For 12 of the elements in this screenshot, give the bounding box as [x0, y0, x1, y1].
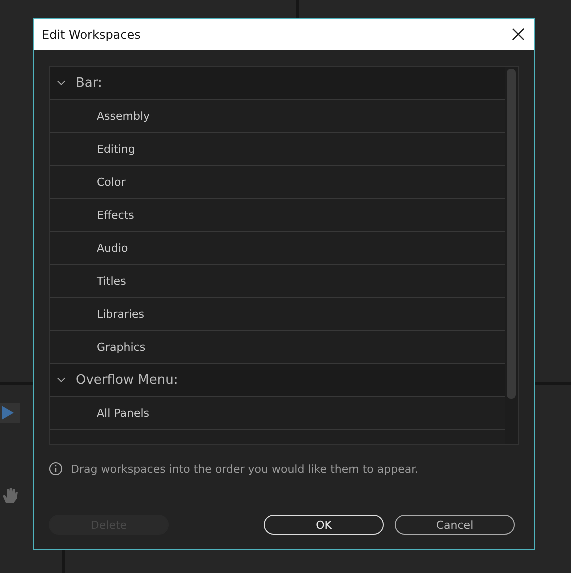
- dialog-button[interactable]: OK: [264, 515, 384, 535]
- info-icon: [49, 462, 63, 476]
- hint-text: Drag workspaces into the order you would like them to appear.: [71, 462, 419, 476]
- hand-icon[interactable]: [0, 485, 20, 505]
- window-title: Edit Workspaces: [42, 28, 141, 42]
- chevron-icon[interactable]: [57, 377, 66, 383]
- dialog-button[interactable]: Cancel: [395, 515, 515, 535]
- group-label: Bar:: [76, 76, 102, 90]
- close-icon[interactable]: [512, 28, 525, 41]
- arrow-tool-icon[interactable]: [0, 403, 20, 423]
- group-label: Overflow Menu:: [76, 372, 178, 388]
- chevron-icon[interactable]: [57, 80, 66, 86]
